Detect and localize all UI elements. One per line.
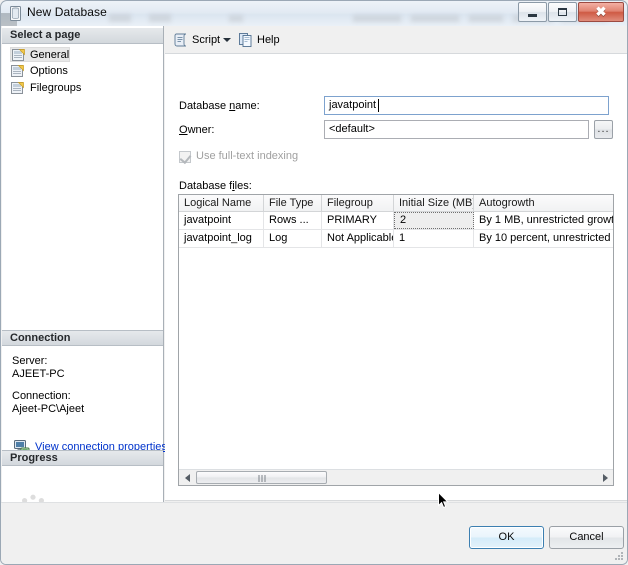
database-name-input[interactable]: javatpoint [324,96,609,115]
database-icon [10,6,21,21]
help-label: Help [257,34,280,46]
select-a-page-header: Select a page [2,28,163,44]
owner-browse-button[interactable]: ... [594,120,613,139]
use-fulltext-indexing-checkbox[interactable]: Use full-text indexing [179,150,299,165]
page-icon [11,82,24,94]
dialog-toolbar: Script Help [165,26,627,54]
close-button[interactable]: ✖ [578,2,624,22]
footer-divider [1,502,627,503]
column-header-file-type[interactable]: File Type [264,195,322,211]
server-value: AJEET-PC [12,368,65,380]
sidebar-item-label: Filegroups [30,82,82,94]
cell-filegroup[interactable]: Not Applicable [322,230,394,247]
scroll-left-button[interactable] [179,470,195,485]
checkbox-box [179,151,192,165]
progress-header: Progress [2,450,163,466]
database-files-label: Database files: [179,180,252,192]
scroll-right-button[interactable] [597,470,613,485]
owner-label: Owner: [179,124,215,136]
owner-value: <default> [329,123,375,135]
sidebar-item-label: General [30,49,70,61]
database-name-value: javatpoint [329,99,377,111]
use-fulltext-indexing-label: Use full-text indexing [196,150,299,162]
arrow-right-icon [602,473,608,482]
database-name-label: Database name: [179,100,260,112]
general-page-content: Database name: javatpoint Owner: <defaul… [165,54,627,501]
ok-button[interactable]: OK [469,526,544,549]
chevron-down-icon[interactable] [223,38,231,42]
column-header-filegroup[interactable]: Filegroup [322,195,394,211]
column-header-logical-name[interactable]: Logical Name [179,195,264,211]
scrollbar-grip-icon [258,475,265,482]
close-icon: ✖ [595,4,607,19]
window-title: New Database [27,5,107,19]
window-controls: ✖ [517,2,624,22]
cell-autogrowth[interactable]: By 10 percent, unrestricted growt [474,230,613,247]
new-database-dialog: New Database ✖ Select a page General Opt… [0,0,628,565]
arrow-left-icon [184,473,190,482]
column-header-autogrowth[interactable]: Autogrowth [474,195,613,211]
cell-initial-size[interactable]: 1 [394,230,474,247]
help-icon [239,33,252,47]
grid-horizontal-scrollbar[interactable] [179,469,613,485]
grid-header-row: Logical Name File Type Filegroup Initial… [179,195,613,212]
page-icon [11,65,24,77]
script-button[interactable]: Script [173,31,220,49]
scrollbar-thumb[interactable] [196,471,327,484]
cell-file-type[interactable]: Rows ... [264,212,322,229]
script-icon [174,33,187,47]
cell-initial-size[interactable]: 2 [394,212,474,229]
connection-label: Connection: [12,390,71,402]
help-button[interactable]: Help [238,31,280,49]
sidebar-item-label: Options [30,65,68,77]
table-row[interactable]: javatpoint_log Log Not Applicable 1 By 1… [179,230,613,248]
server-label: Server: [12,355,48,367]
dialog-frame: Select a page General Options Filegroups… [0,26,628,565]
cell-autogrowth[interactable]: By 1 MB, unrestricted growth [474,212,613,229]
script-label: Script [192,34,221,46]
cell-filegroup[interactable]: PRIMARY [322,212,394,229]
table-row[interactable]: javatpoint Rows ... PRIMARY 2 By 1 MB, u… [179,212,613,230]
cell-logical-name[interactable]: javatpoint_log [179,230,264,247]
resize-grip[interactable] [613,550,625,562]
cancel-button[interactable]: Cancel [549,526,624,549]
owner-input[interactable]: <default> [324,120,589,139]
left-pane: Select a page General Options Filegroups… [2,26,167,564]
text-caret [378,99,379,112]
connection-value: Ajeet-PC\Ajeet [12,403,85,415]
column-header-initial-size[interactable]: Initial Size (MB) [394,195,474,211]
sidebar-item-options[interactable]: Options [10,64,68,79]
checkmark-icon [179,151,192,165]
cell-file-type[interactable]: Log [264,230,322,247]
maximize-button[interactable] [548,2,577,22]
right-pane: Script Help Database name: javatpoint Ow… [165,26,627,564]
title-bar[interactable]: New Database ✖ [0,0,628,26]
connection-header: Connection [2,330,163,346]
database-files-grid[interactable]: Logical Name File Type Filegroup Initial… [178,194,614,486]
minimize-button[interactable] [518,2,547,22]
sidebar-item-general[interactable]: General [10,47,71,62]
sidebar-item-filegroups[interactable]: Filegroups [10,81,81,96]
page-icon [12,49,25,61]
dialog-footer: OK Cancel [1,502,627,564]
cell-logical-name[interactable]: javatpoint [179,212,264,229]
